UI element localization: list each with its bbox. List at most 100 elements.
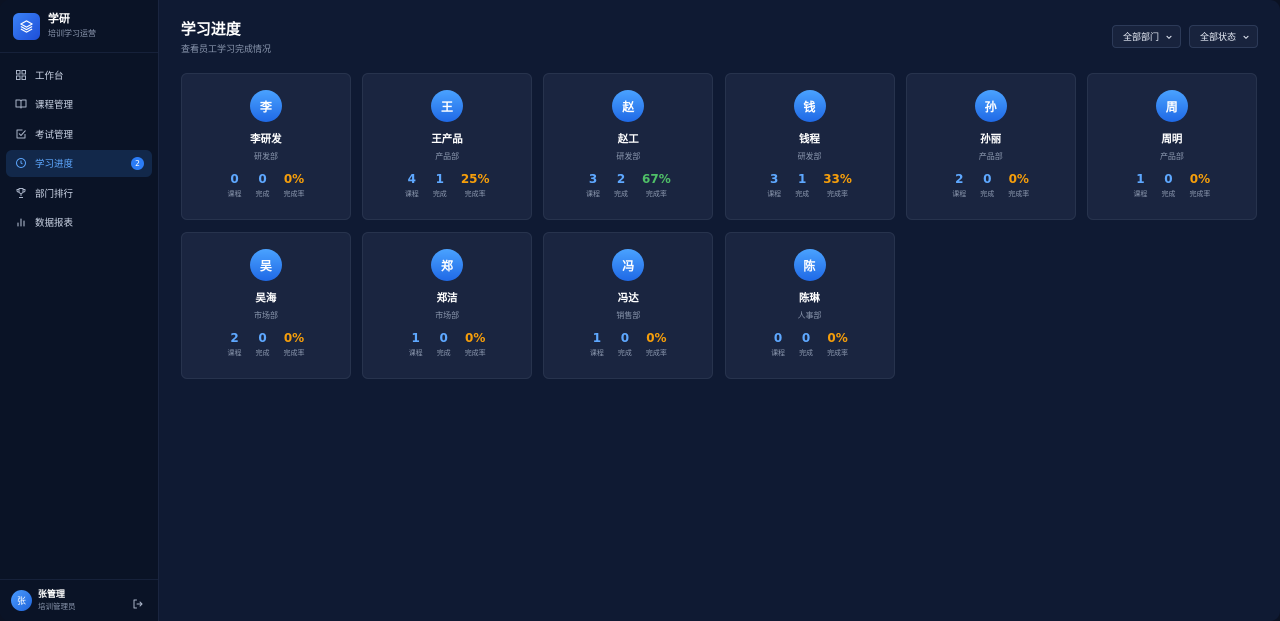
brand-subtitle: 培训学习运营 <box>48 29 96 38</box>
courses-count: 0 <box>773 331 783 345</box>
employee-name: 钱程 <box>799 133 821 145</box>
brand-name: 学研 <box>48 12 70 25</box>
completed-label: 完成 <box>255 190 270 198</box>
avatar: 冯 <box>612 249 645 281</box>
employee-name: 郑洁 <box>436 292 458 304</box>
rate-label: 完成率 <box>827 190 849 198</box>
completion-rate: 33% <box>823 172 852 186</box>
employee-card[interactable]: 周 周明 产品部 1 课程 0 完成 0% 完成率 <box>1086 73 1257 220</box>
completion-rate: 25% <box>460 172 490 186</box>
completion-rate: 0% <box>1189 172 1211 186</box>
sidebar-item-label: 课程管理 <box>35 100 74 111</box>
completed-label: 完成 <box>255 349 270 357</box>
trophy-icon <box>15 187 27 199</box>
completed-count: 0 <box>983 172 992 186</box>
courses-label: 课程 <box>771 349 786 357</box>
sidebar-item-courses[interactable]: 课程管理 <box>6 91 152 118</box>
completed-label: 完成 <box>1161 190 1176 198</box>
department-select[interactable]: 全部部门 <box>1111 25 1181 48</box>
employee-department: 产品部 <box>435 152 460 161</box>
stat-rate: 0% 完成率 <box>646 331 667 358</box>
bar-chart-icon <box>15 216 27 228</box>
completed-count: 2 <box>616 172 626 186</box>
employee-card[interactable]: 郑 郑洁 市场部 1 课程 0 完成 0% 完成率 <box>362 232 533 379</box>
stat-courses: 2 课程 <box>228 331 242 358</box>
sidebar-item-ranking[interactable]: 部门排行 <box>6 179 152 206</box>
completed-count: 0 <box>620 331 630 345</box>
courses-count: 3 <box>770 172 779 186</box>
courses-label: 课程 <box>586 190 600 198</box>
courses-count: 0 <box>230 172 239 186</box>
avatar[interactable]: 张 <box>11 590 32 611</box>
courses-label: 课程 <box>408 349 423 357</box>
employee-department: 市场部 <box>435 311 460 320</box>
rate-label: 完成率 <box>464 349 486 357</box>
courses-label: 课程 <box>404 190 419 198</box>
employee-department: 研发部 <box>797 152 822 161</box>
employee-name: 王产品 <box>431 133 463 145</box>
sidebar: 学研 培训学习运营 工作台 课程管理 考试管理 学习进度 2 部门排行 数据报表… <box>0 0 159 621</box>
sidebar-item-reports[interactable]: 数据报表 <box>6 209 152 236</box>
employee-department: 销售部 <box>616 311 641 320</box>
count-badge: 2 <box>131 156 144 170</box>
current-user: 张 张管理 培训管理员 <box>0 579 158 621</box>
employee-card[interactable]: 赵 赵工 研发部 3 课程 2 完成 67% 完成率 <box>543 73 714 220</box>
courses-label: 课程 <box>1133 190 1148 198</box>
avatar: 陈 <box>793 249 826 281</box>
employee-name: 赵工 <box>617 133 639 145</box>
stat-courses: 0 课程 <box>771 331 785 358</box>
avatar: 吴 <box>250 249 282 281</box>
clock-icon <box>15 157 27 169</box>
rate-label: 完成率 <box>283 190 305 198</box>
avatar: 孙 <box>974 90 1007 122</box>
employee-name: 冯达 <box>617 292 639 304</box>
stats-row: 1 课程 0 完成 0% 完成率 <box>590 331 667 358</box>
employee-card[interactable]: 陈 陈琳 人事部 0 课程 0 完成 0% 完成率 <box>724 232 895 379</box>
stat-rate: 25% 完成率 <box>461 172 490 199</box>
employee-card[interactable]: 孙 孙丽 产品部 2 课程 0 完成 0% 完成率 <box>905 73 1076 220</box>
stats-row: 0 课程 0 完成 0% 完成率 <box>771 331 848 358</box>
stat-courses: 0 课程 <box>228 172 242 199</box>
sidebar-item-exams[interactable]: 考试管理 <box>6 120 152 147</box>
employee-card[interactable]: 王 王产品 产品部 4 课程 1 完成 25% 完成率 <box>362 73 533 220</box>
status-select[interactable]: 全部状态 <box>1188 25 1258 48</box>
employee-department: 研发部 <box>616 152 641 161</box>
logout-icon[interactable] <box>132 595 144 609</box>
stat-completed: 2 完成 <box>614 172 628 199</box>
sidebar-item-workbench[interactable]: 工作台 <box>6 61 152 88</box>
employee-card[interactable]: 冯 冯达 销售部 1 课程 0 完成 0% 完成率 <box>543 232 714 379</box>
completed-label: 完成 <box>436 349 451 357</box>
stat-courses: 3 课程 <box>586 172 600 199</box>
stat-completed: 0 完成 <box>256 331 270 358</box>
employee-name: 李研发 <box>250 133 282 145</box>
stat-rate: 0% 完成率 <box>284 172 305 199</box>
employee-card[interactable]: 钱 钱程 研发部 3 课程 1 完成 33% 完成率 <box>724 73 895 220</box>
rate-label: 完成率 <box>827 349 849 357</box>
avatar: 钱 <box>793 90 826 122</box>
stats-row: 3 课程 2 完成 67% 完成率 <box>586 172 671 199</box>
stat-rate: 0% 完成率 <box>465 331 486 358</box>
rate-label: 完成率 <box>464 190 486 198</box>
completion-rate: 67% <box>642 172 671 186</box>
select-value: 全部部门 <box>1122 33 1159 43</box>
avatar: 赵 <box>612 90 645 122</box>
employee-card[interactable]: 吴 吴海 市场部 2 课程 0 完成 0% 完成率 <box>181 232 351 379</box>
sidebar-item-label: 考试管理 <box>35 129 74 141</box>
completion-rate: 0% <box>283 331 305 345</box>
employee-card[interactable]: 李 李研发 研发部 0 课程 0 完成 0% 完成率 <box>181 73 351 220</box>
completed-label: 完成 <box>795 190 810 198</box>
courses-label: 课程 <box>767 190 782 198</box>
stat-rate: 0% 完成率 <box>284 331 305 358</box>
stat-completed: 0 完成 <box>256 172 270 199</box>
sidebar-item-progress[interactable]: 学习进度 2 <box>6 149 152 177</box>
courses-label: 课程 <box>227 190 242 198</box>
layers-logo-icon <box>13 12 40 40</box>
completion-rate: 0% <box>465 331 486 345</box>
app-window: 学研 培训学习运营 工作台 课程管理 考试管理 学习进度 2 部门排行 数据报表… <box>0 0 1280 621</box>
completed-count: 1 <box>435 172 444 186</box>
employee-name: 孙丽 <box>980 133 1002 145</box>
completed-count: 0 <box>258 172 267 186</box>
stats-row: 4 课程 1 完成 25% 完成率 <box>405 172 490 199</box>
completion-rate: 0% <box>827 331 848 345</box>
brand: 学研 培训学习运营 <box>0 0 158 53</box>
